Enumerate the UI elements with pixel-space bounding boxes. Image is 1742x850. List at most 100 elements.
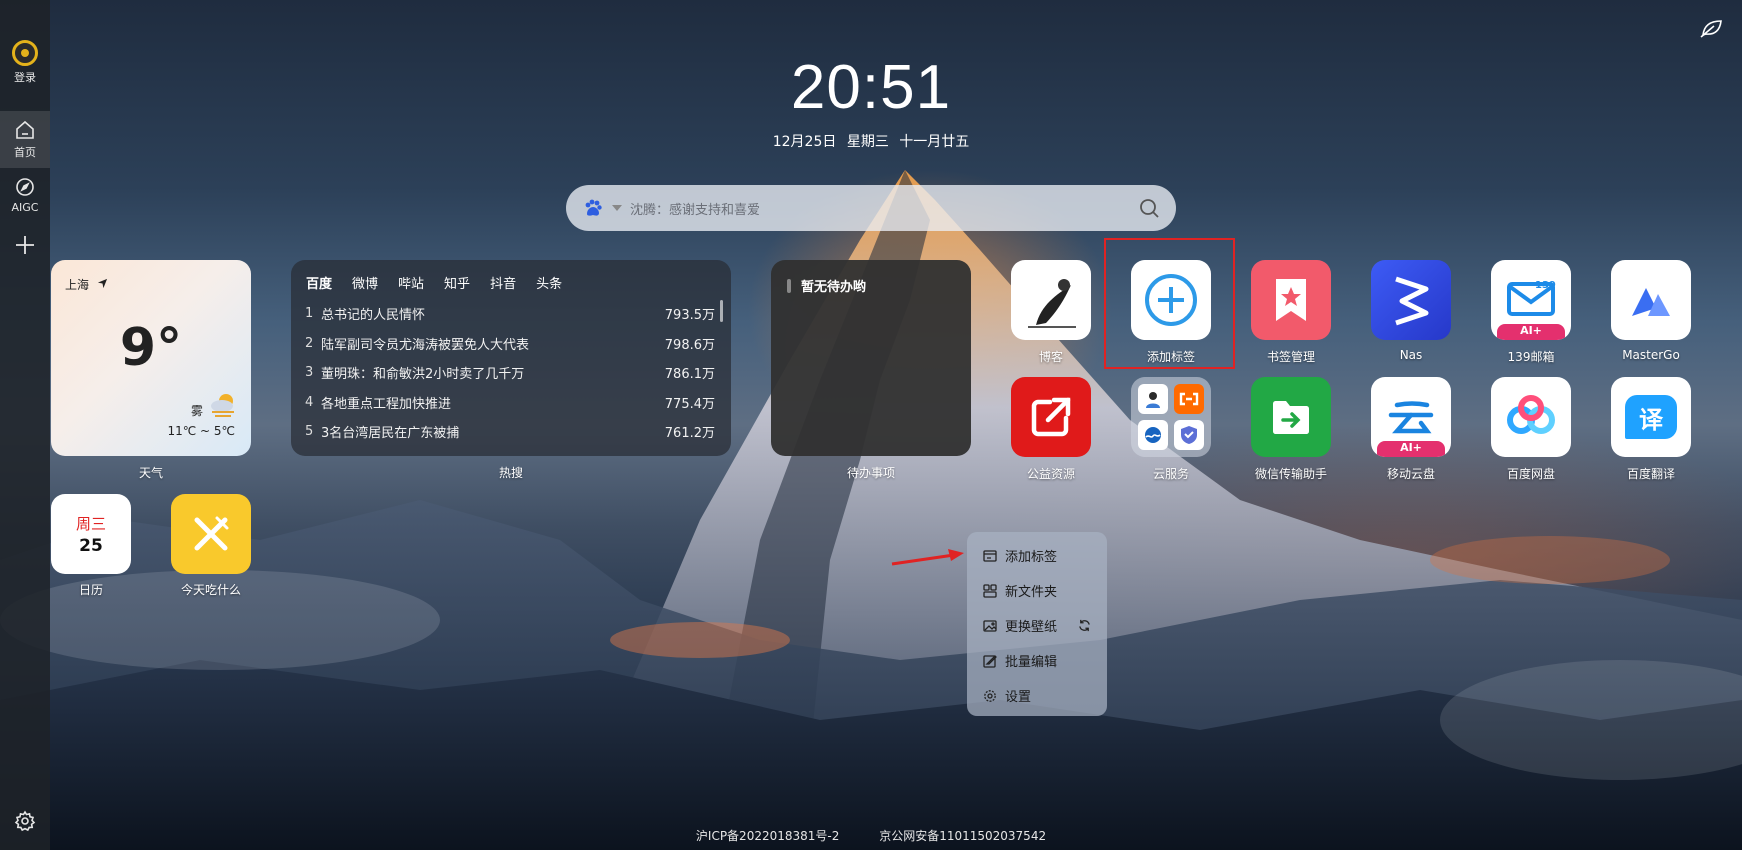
cloud-glyph-icon [1388,401,1434,434]
external-link-icon [1031,397,1071,437]
app-139-mail[interactable]: 139 AI+ [1491,260,1571,340]
hot-rank: 3 [305,365,314,381]
hot-search-widget: 百度 微博 哔站 知乎 抖音 头条 1 总书记的人民情怀 793.5万 2 陆军… [291,260,731,456]
menu-item-change-wallpaper[interactable]: 更换壁纸 [967,608,1107,643]
tab-bilibili[interactable]: 哔站 [397,272,425,293]
sidebar: 登录 首页 AIGC [0,0,50,850]
weather-city: 上海 [65,276,108,293]
search-bar[interactable]: 沈腾：感谢支持和喜爱 [566,185,1176,231]
app-baidu-netdisk-label: 百度网盘 [1506,467,1555,481]
baidu-paw-icon[interactable] [582,197,604,219]
calendar-weekday: 周三 [75,514,106,533]
app-bookmark-manager[interactable] [1251,260,1331,340]
leaf-icon-button[interactable] [1700,18,1724,42]
hot-row[interactable]: 5 3名台湾居民在广东被捕 761.2万 [305,417,715,447]
hot-row[interactable]: 1 总书记的人民情怀 793.5万 [305,299,715,329]
hot-rank: 5 [305,424,314,440]
sidebar-add-button[interactable] [0,226,50,264]
footer-icp-link[interactable]: 沪ICP备2022018381号-2 [696,829,839,843]
app-cloud-services-folder[interactable] [1131,377,1211,457]
menu-item-batch-edit[interactable]: 批量编辑 [967,643,1107,678]
app-baidu-netdisk[interactable] [1491,377,1571,457]
weather-widget[interactable]: 上海 9° 雾 11℃ ~ 5℃ [51,260,251,456]
plus-icon [16,236,34,254]
hot-row[interactable]: 3 董明珠：和俞敏洪2小时卖了几千万 786.1万 [305,358,715,388]
baidu-netdisk-icon [1507,395,1555,434]
fog-cloud-icon [211,394,234,417]
app-mobile-cloud-ai-badge: AI+ [1377,441,1445,457]
hot-title: 董明珠：和俞敏洪2小时卖了几千万 [321,367,525,383]
menu-item-settings[interactable]: 设置 [967,678,1107,713]
weather-city-name: 上海 [65,278,90,292]
compass-icon [16,178,34,196]
calendar-widget[interactable]: 周三 25 [51,494,131,574]
engine-dropdown-caret[interactable] [612,205,622,211]
weather-label: 天气 [138,466,163,480]
menu-item-label: 设置 [1005,690,1032,705]
tab-zhihu[interactable]: 知乎 [443,272,471,293]
tag-card-icon [983,549,997,562]
hot-scrollbar[interactable] [720,300,723,322]
hot-title: 3名台湾居民在广东被捕 [321,426,460,442]
app-blog[interactable] [1011,260,1091,340]
highlight-box [1104,238,1235,369]
folder-item-cloud [1138,420,1168,450]
sidebar-item-aigc[interactable]: AIGC [0,168,50,222]
app-wechat-transfer[interactable] [1251,377,1331,457]
app-blog-label: 博客 [1038,350,1063,364]
app-baidu-translate[interactable]: 译 [1611,377,1691,457]
aliyun-icon [1179,392,1199,406]
tab-baidu[interactable]: 百度 [305,272,333,293]
food-widget[interactable] [171,494,251,574]
folder-arrow-icon [1273,401,1309,434]
hot-title: 各地重点工程加快推进 [321,396,452,412]
hot-count: 786.1万 [664,367,715,383]
weather-temp: 9° [119,318,183,378]
calendar-day: 25 [79,535,103,556]
hot-rank: 2 [305,335,314,351]
menu-item-label: 新文件夹 [1005,585,1058,600]
app-public-resources-label: 公益资源 [1026,467,1075,481]
todo-label: 待办事项 [846,466,895,480]
todo-widget[interactable]: 暂无待办哟 [771,260,971,456]
app-mobile-cloud[interactable]: AI+ [1371,377,1451,457]
app-bookmark-manager-label: 书签管理 [1266,350,1315,364]
folder-grid-icon [983,583,997,598]
hot-label: 热搜 [498,466,523,480]
gear-icon [984,689,996,702]
mastergo-logo-icon [1632,288,1670,316]
app-mastergo[interactable] [1611,260,1691,340]
image-icon [983,619,997,632]
tab-weibo[interactable]: 微博 [351,272,379,293]
sidebar-item-aigc-label: AIGC [11,201,39,214]
leaf-icon [1700,20,1722,38]
edit-icon [983,654,997,668]
hot-row[interactable]: 4 各地重点工程加快推进 775.4万 [305,388,715,418]
weather-range: 11℃ ~ 5℃ [167,424,235,438]
todo-bar [787,278,791,293]
menu-item-label: 更换壁纸 [1005,620,1058,635]
todo-header-text: 暂无待办哟 [801,280,867,295]
todo-header: 暂无待办哟 [787,276,955,295]
footer-police-link[interactable]: 京公网安备11011502037542 [879,829,1046,843]
search-input[interactable]: 沈腾：感谢支持和喜爱 [630,199,1138,218]
search-icon[interactable] [1138,197,1160,219]
app-public-resources[interactable] [1011,377,1091,457]
cloud-wave-icon [1145,427,1161,443]
folder-item-shield [1174,420,1204,450]
menu-item-add-tag[interactable]: 添加标签 [967,538,1107,573]
clock-time: 20:51 [790,53,952,122]
tab-douyin[interactable]: 抖音 [489,272,517,293]
person-icon [1146,392,1160,408]
red-pointer-arrow [891,549,964,566]
ink-painting-icon [1028,279,1076,328]
hot-tabs: 百度 微博 哔站 知乎 抖音 头条 [305,272,715,293]
hot-row[interactable]: 2 陆军副司令员尤海涛被罢免人大代表 798.6万 [305,329,715,359]
menu-item-new-folder[interactable]: 新文件夹 [967,573,1107,608]
hot-rank: 4 [305,394,314,410]
app-nas[interactable] [1371,260,1451,340]
hot-count: 761.2万 [664,426,715,442]
app-wechat-transfer-label: 微信传输助手 [1254,467,1327,481]
tab-toutiao[interactable]: 头条 [535,272,563,293]
refresh-icon[interactable] [1078,619,1091,632]
